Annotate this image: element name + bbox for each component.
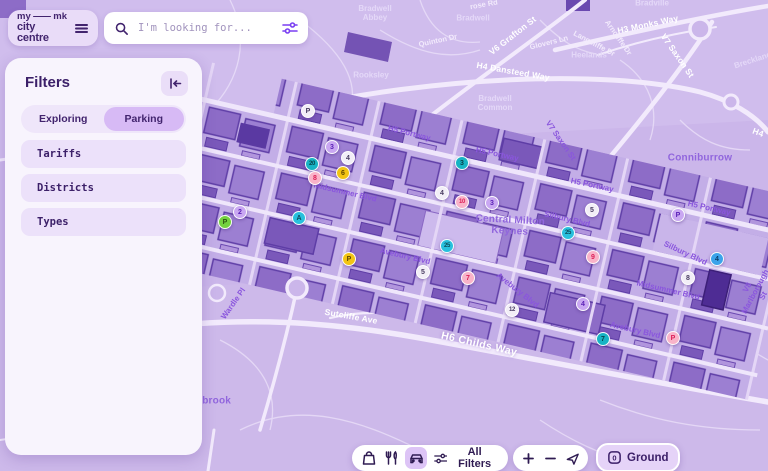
collapse-panel-button[interactable]: [161, 71, 188, 96]
all-filters-button[interactable]: All Filters: [429, 446, 502, 470]
map-controls: [513, 445, 588, 471]
navigate-arrow-icon: [565, 451, 580, 466]
brand-top-right: mk: [53, 12, 67, 22]
map-marker-teal-3[interactable]: 3: [455, 156, 469, 170]
hamburger-icon[interactable]: [74, 21, 89, 36]
map-marker-white-4[interactable]: 4: [341, 151, 355, 165]
filters-title: Filters: [25, 74, 70, 91]
sliders-icon: [434, 452, 447, 465]
map-marker-cyan-a[interactable]: A: [292, 211, 306, 225]
map-marker-pink-10[interactable]: 10: [455, 195, 469, 209]
map-marker-lavender-2[interactable]: 2: [233, 205, 247, 219]
accordion-types[interactable]: Types: [21, 208, 186, 236]
map-marker-lavender-p[interactable]: P: [671, 208, 685, 222]
brand-top-left: my: [17, 12, 31, 22]
search-icon: [114, 21, 129, 36]
brand-bottom: city centre: [17, 22, 67, 44]
locate-button[interactable]: [562, 447, 582, 469]
map-marker-white-4[interactable]: 4: [435, 186, 449, 200]
map-marker-lavender-4[interactable]: 4: [576, 297, 590, 311]
app: Bradwell Abbeyrose RdBradvilleBradwellH3…: [0, 0, 768, 471]
map-marker-lavender-3[interactable]: 3: [485, 196, 499, 210]
map-marker-blue-4[interactable]: 4: [710, 252, 724, 266]
map-marker-white-8[interactable]: 8: [681, 271, 695, 285]
map-marker-yellow-p[interactable]: P: [342, 252, 356, 266]
map-marker-white-p[interactable]: P: [301, 104, 315, 118]
map-marker-lavender-3[interactable]: 3: [325, 140, 339, 154]
filters-panel: Filters Exploring Parking Tariffs Distri…: [5, 58, 202, 455]
shopping-bag-icon: [361, 450, 377, 466]
map-marker-white-5[interactable]: 5: [416, 265, 430, 279]
mode-tab-group: Exploring Parking: [21, 105, 186, 133]
shopping-button[interactable]: [358, 447, 380, 469]
map-marker-cyan-25[interactable]: 25: [561, 226, 575, 240]
collapse-left-icon: [168, 77, 182, 90]
map-marker-white-5[interactable]: 5: [585, 203, 599, 217]
map-marker-white-12[interactable]: 12: [505, 303, 519, 317]
map-marker-pink-p[interactable]: P: [666, 331, 680, 345]
plus-icon: [522, 452, 535, 465]
map-marker-teal-20[interactable]: 20: [305, 157, 319, 171]
logo-pill: my mk city centre: [8, 10, 98, 46]
map-marker-pink-8[interactable]: 8: [308, 171, 322, 185]
zoom-out-button[interactable]: [541, 447, 561, 469]
floor-level-icon: 0: [607, 450, 622, 465]
search-bar: [104, 12, 308, 44]
map-marker-cyan-25[interactable]: 25: [440, 239, 454, 253]
accordion-districts[interactable]: Districts: [21, 174, 186, 202]
accordion-tariffs[interactable]: Tariffs: [21, 140, 186, 168]
minus-icon: [544, 452, 557, 465]
map-marker-pink-7[interactable]: 7: [461, 271, 475, 285]
map-marker-green-p[interactable]: P: [218, 215, 232, 229]
svg-text:0: 0: [612, 454, 616, 463]
dining-button[interactable]: [382, 447, 404, 469]
tab-exploring[interactable]: Exploring: [23, 107, 104, 131]
all-filters-label: All Filters: [452, 446, 497, 470]
sliders-icon[interactable]: [282, 21, 298, 35]
map-marker-pink-9[interactable]: 9: [586, 250, 600, 264]
floor-level-button[interactable]: 0 Ground: [596, 443, 680, 471]
brand-logo: my mk city centre: [17, 12, 67, 45]
map-marker-teal-7[interactable]: 7: [596, 332, 610, 346]
dining-icon: [384, 450, 400, 466]
car-icon: [408, 450, 425, 466]
category-toolbar: All Filters: [352, 445, 508, 471]
search-input[interactable]: [136, 21, 275, 35]
brand-dash: [33, 16, 52, 18]
parking-car-button[interactable]: [405, 447, 427, 469]
tab-parking[interactable]: Parking: [104, 107, 185, 131]
map-marker-yellow-6[interactable]: 6: [336, 166, 350, 180]
zoom-in-button[interactable]: [519, 447, 539, 469]
ground-label: Ground: [627, 452, 669, 464]
